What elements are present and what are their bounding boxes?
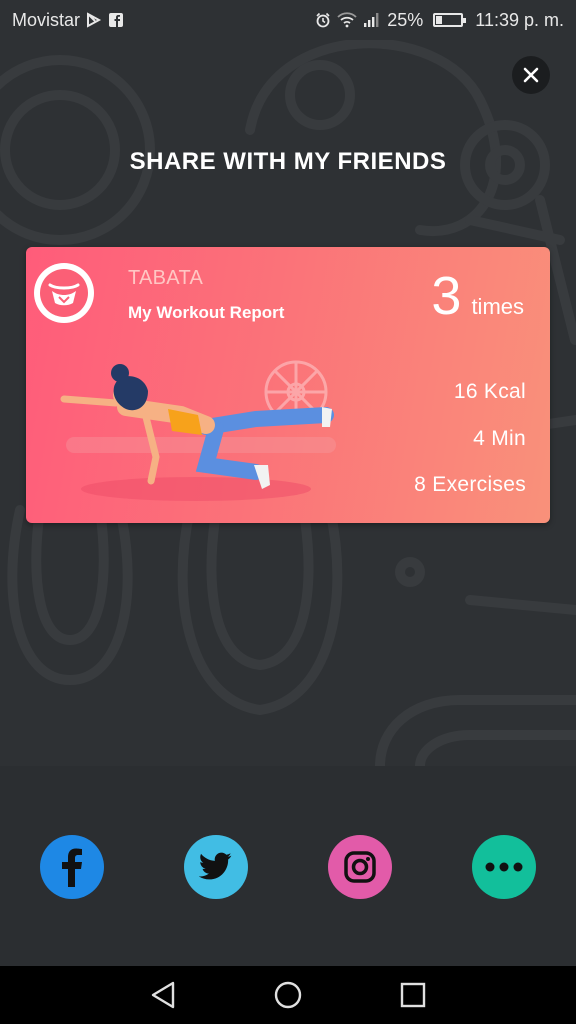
navigation-bar	[0, 966, 576, 1024]
app-logo	[34, 263, 94, 323]
workout-report-card: TABATA My Workout Report 3 times 16 Kcal…	[26, 247, 550, 523]
facebook-status-icon	[109, 13, 124, 27]
close-button[interactable]	[512, 56, 550, 94]
play-store-icon	[87, 12, 102, 28]
duration-stat: 4 Min	[473, 427, 526, 450]
share-facebook-button[interactable]	[40, 835, 104, 899]
times-label: times	[471, 294, 524, 319]
page-title: SHARE WITH MY FRIENDS	[129, 148, 447, 175]
status-time: 11:39 p. m.	[475, 9, 564, 30]
share-instagram-button[interactable]	[328, 835, 392, 899]
more-icon	[485, 862, 523, 872]
battery-icon	[433, 13, 467, 27]
signal-icon	[364, 13, 379, 27]
app-name: TABATA	[128, 267, 204, 289]
battery-level	[436, 16, 443, 24]
recents-icon	[401, 982, 426, 1008]
back-icon	[151, 981, 174, 1009]
recents-button[interactable]	[393, 975, 433, 1015]
back-button[interactable]	[143, 975, 183, 1015]
carrier-name: Movistar	[12, 9, 81, 30]
status-left: Movistar	[12, 10, 124, 31]
home-button[interactable]	[268, 975, 308, 1015]
abs-icon	[48, 283, 80, 306]
twitter-icon	[199, 852, 232, 880]
facebook-icon	[62, 848, 82, 887]
battery-percent: 25%	[387, 9, 424, 30]
alarm-icon	[316, 12, 330, 28]
wifi-icon	[337, 12, 357, 28]
share-more-button[interactable]	[472, 835, 536, 899]
home-icon	[274, 981, 302, 1009]
times-value: 3	[431, 266, 462, 326]
calories-stat: 16 Kcal	[453, 380, 526, 403]
workout-illustration	[60, 360, 336, 501]
instagram-icon	[344, 851, 376, 883]
workout-count: 3 times	[431, 265, 524, 327]
share-twitter-button[interactable]	[184, 835, 248, 899]
status-right: 25% 11:39 p. m.	[315, 10, 564, 31]
report-title: My Workout Report	[128, 303, 285, 322]
close-icon	[523, 67, 539, 83]
exercises-stat: 8 Exercises	[414, 473, 526, 496]
status-bar: Movistar 25% 11:39 p. m.	[0, 0, 576, 40]
app-logo-badge	[40, 269, 88, 317]
